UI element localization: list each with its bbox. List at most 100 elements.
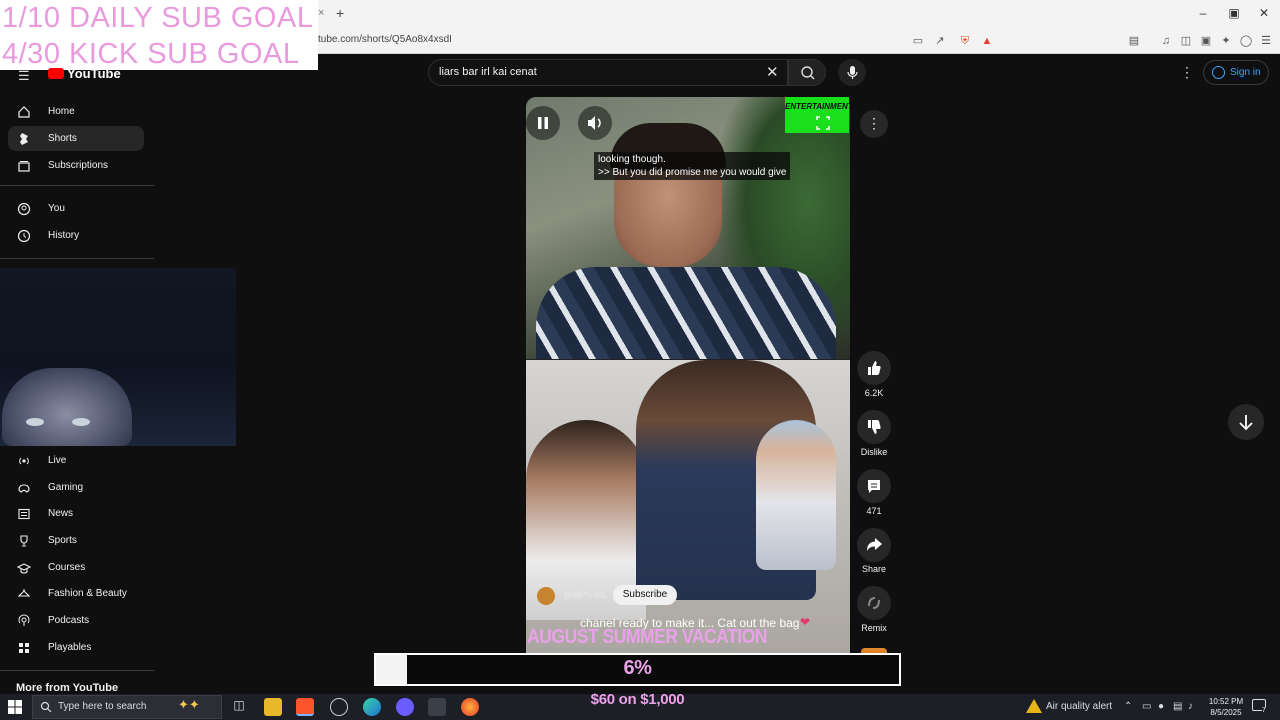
sidebar-item-podcasts[interactable]: Podcasts: [8, 608, 144, 633]
fullscreen-button[interactable]: [808, 108, 838, 138]
subscribe-button[interactable]: Subscribe: [613, 585, 677, 605]
sidebar-item-label: You: [48, 203, 65, 214]
short-video-player[interactable]: [526, 97, 850, 672]
vpn-icon[interactable]: ◯: [1238, 33, 1254, 49]
sidebar-item-label: Courses: [48, 562, 86, 573]
share-icon: [867, 538, 882, 551]
sidebar-item-history[interactable]: History: [8, 223, 144, 248]
clear-search-icon[interactable]: ✕: [766, 63, 779, 81]
sidebar-item-news[interactable]: News: [8, 501, 144, 526]
sidebar-item-home[interactable]: Home: [8, 99, 144, 124]
cast-icon[interactable]: ▭: [910, 33, 926, 49]
wallet-icon[interactable]: ▣: [1198, 33, 1214, 49]
sidebar-item-you[interactable]: You: [8, 196, 144, 221]
reader-icon[interactable]: ◫: [1178, 33, 1194, 49]
clock-app-icon[interactable]: [330, 698, 348, 716]
edge-icon[interactable]: [363, 698, 381, 716]
next-short-button[interactable]: [1228, 404, 1264, 440]
progress-percent: 6%: [623, 657, 652, 679]
video-more-options-icon[interactable]: ⋮: [860, 110, 888, 138]
share-page-icon[interactable]: ↗: [932, 33, 948, 49]
sidebar-divider: [0, 258, 154, 259]
sidebar-divider: [0, 670, 154, 671]
remix-button[interactable]: [857, 586, 891, 620]
sidebar-item-subscriptions[interactable]: Subscriptions: [8, 153, 144, 178]
hamburger-menu-icon[interactable]: ☰: [18, 68, 30, 84]
like-button[interactable]: [857, 351, 891, 385]
file-explorer-icon[interactable]: [264, 698, 282, 716]
fullscreen-icon: [816, 116, 830, 130]
tray-mic-icon[interactable]: ●: [1158, 701, 1164, 712]
sidebar-item-label: Playables: [48, 642, 92, 653]
daily-sub-goal: 1/10 DAILY SUB GOAL: [2, 2, 314, 34]
task-view-icon[interactable]: ◫: [230, 698, 248, 716]
comment-count: 471: [866, 506, 882, 516]
tray-volume-icon[interactable]: ♪: [1188, 701, 1193, 712]
sidebar-divider: [0, 185, 154, 186]
settings-kebab-icon[interactable]: ⋮: [1180, 64, 1194, 81]
close-window-button[interactable]: ✕: [1249, 4, 1279, 22]
sidebar-item-label: Sports: [48, 535, 77, 546]
sidebar-item-sports[interactable]: Sports: [8, 528, 144, 553]
tray-network-icon[interactable]: ▤: [1173, 701, 1182, 712]
taskbar-search-placeholder[interactable]: Type here to search: [58, 701, 146, 712]
minimize-button[interactable]: –: [1188, 4, 1218, 22]
share-button[interactable]: [857, 528, 891, 562]
dislike-button[interactable]: [857, 410, 891, 444]
user-icon: [17, 202, 31, 216]
sign-in-label: Sign in: [1230, 67, 1261, 78]
pause-button[interactable]: [526, 106, 560, 140]
voice-search-button[interactable]: [838, 59, 866, 86]
brave-rewards-icon[interactable]: ▲: [979, 33, 995, 49]
volume-icon: [588, 116, 601, 130]
search-input[interactable]: liars bar irl kai cenat: [439, 66, 537, 78]
air-quality-icon: [1026, 699, 1042, 713]
taskbar-clock[interactable]: 10:52 PM 8/5/2025: [1204, 696, 1248, 718]
tray-device-icon[interactable]: ▭: [1142, 701, 1151, 712]
calculator-icon[interactable]: [428, 698, 446, 716]
brave-browser-icon[interactable]: [296, 698, 314, 716]
menu-icon[interactable]: ☰: [1258, 33, 1274, 49]
sidebar-item-label: News: [48, 508, 74, 519]
comment-icon: [868, 480, 880, 493]
media-icon[interactable]: ♫: [1158, 33, 1174, 49]
tab-close-icon[interactable]: ×: [318, 7, 324, 19]
podcast-icon: [18, 614, 30, 626]
remix-label: Remix: [861, 623, 887, 633]
url-text[interactable]: tube.com/shorts/Q5Ao8x4xsdI: [318, 34, 452, 45]
channel-avatar[interactable]: [537, 587, 555, 605]
comments-button[interactable]: [857, 469, 891, 503]
sidebar-item-label: Gaming: [48, 482, 84, 493]
news-icon: [18, 508, 30, 520]
sidebar-item-gaming[interactable]: Gaming: [8, 475, 144, 500]
sidebar-toggle-icon[interactable]: ▤: [1126, 33, 1142, 49]
share-label: Share: [861, 564, 887, 574]
leo-icon[interactable]: ✦: [1218, 33, 1234, 49]
windows-start-icon[interactable]: [8, 700, 22, 714]
volume-button[interactable]: [578, 106, 612, 140]
restore-button[interactable]: ▣: [1219, 4, 1249, 22]
sign-in-button[interactable]: Sign in: [1203, 60, 1269, 85]
youtube-logo[interactable]: YouTube: [48, 66, 121, 81]
sidebar-item-playables[interactable]: Playables: [8, 635, 144, 660]
sub-goals-overlay: 1/10 DAILY SUB GOAL 4/30 KICK SUB GOAL: [0, 0, 318, 70]
dislike-label: Dislike: [860, 447, 888, 457]
sidebar-item-fashion[interactable]: Fashion & Beauty: [8, 581, 144, 606]
sparkle-icon: ✦✦: [178, 697, 200, 712]
brave-shield-icon[interactable]: ⛨: [957, 33, 973, 49]
remix-icon: [868, 597, 880, 609]
channel-name[interactable]: @MPS IRL: [563, 590, 608, 600]
tray-chevron-icon[interactable]: ⌃: [1124, 701, 1132, 712]
sidebar-item-label: Podcasts: [48, 615, 90, 626]
sidebar-item-live[interactable]: Live: [8, 448, 144, 473]
discord-icon[interactable]: [396, 698, 414, 716]
new-tab-button[interactable]: +: [336, 5, 344, 21]
firefox-icon[interactable]: [461, 698, 479, 716]
donation-goal-amount: $60 on $1,000: [590, 691, 685, 708]
like-count: 6.2K: [864, 388, 884, 398]
sidebar-item-label: Subscriptions: [48, 160, 109, 171]
search-button[interactable]: [788, 59, 826, 86]
sidebar-item-shorts[interactable]: Shorts: [8, 126, 144, 151]
air-quality-alert[interactable]: Air quality alert: [1046, 701, 1112, 712]
sidebar-item-courses[interactable]: Courses: [8, 555, 144, 580]
